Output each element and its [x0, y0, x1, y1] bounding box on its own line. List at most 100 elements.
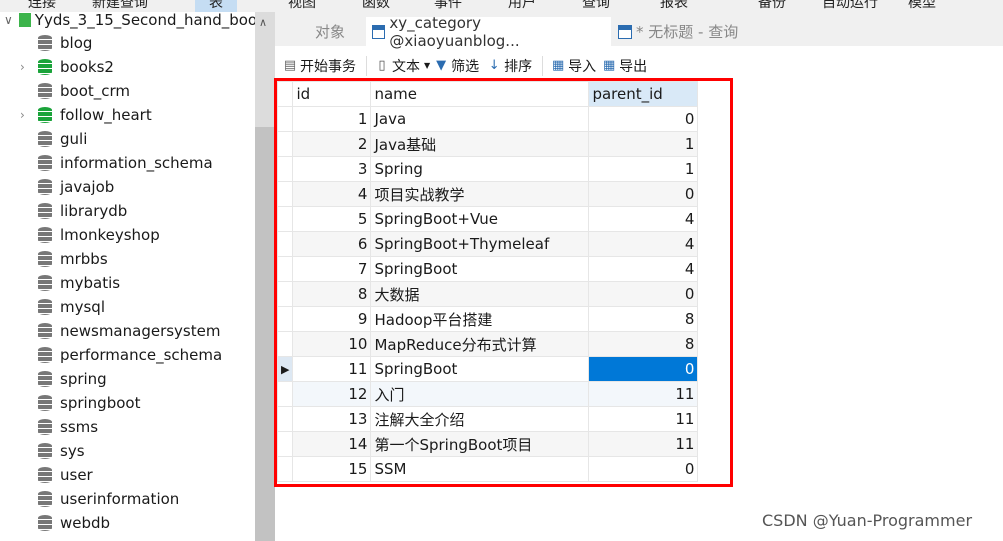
- database-name: guli: [60, 130, 88, 148]
- sidebar-navigator: ∨ Yyds_3_15_Second_hand_boo blog › books2 b…: [0, 12, 255, 541]
- tab-label: xy_category @xiaoyuanblog...: [389, 13, 520, 50]
- menu-item[interactable]: 备份: [758, 0, 786, 12]
- tab-objects[interactable]: 对象: [295, 17, 365, 46]
- database-icon: [38, 203, 52, 219]
- chevron-right-icon[interactable]: ›: [20, 60, 25, 74]
- watermark: CSDN @Yuan-Programmer: [762, 511, 973, 530]
- menu-item[interactable]: 查询: [582, 0, 610, 12]
- connection-node[interactable]: ∨ Yyds_3_15_Second_hand_boo: [4, 12, 255, 32]
- database-node[interactable]: lmonkeyshop: [38, 223, 160, 247]
- database-icon: [38, 443, 52, 459]
- menu-item[interactable]: 函数: [362, 0, 390, 12]
- database-name: spring: [60, 370, 107, 388]
- menu-item[interactable]: 表: [195, 0, 237, 12]
- database-icon: [38, 155, 52, 171]
- database-node[interactable]: mysql: [38, 295, 105, 319]
- tab-xy-category[interactable]: xy_category @xiaoyuanblog...: [366, 14, 611, 50]
- menu-item[interactable]: 模型: [908, 0, 936, 12]
- import-button[interactable]: ▦ 导入: [551, 54, 596, 78]
- filter-icon: ▼: [436, 58, 447, 73]
- database-node[interactable]: › follow_heart: [20, 103, 152, 127]
- database-name: javajob: [60, 178, 115, 196]
- menu-item[interactable]: 连接: [28, 0, 56, 12]
- database-node[interactable]: mybatis: [38, 271, 120, 295]
- transaction-icon: ▤: [283, 58, 297, 73]
- menu-item[interactable]: 用户: [508, 0, 536, 12]
- button-label: 开始事务: [300, 58, 356, 75]
- database-name: springboot: [60, 394, 141, 412]
- database-name: follow_heart: [60, 106, 152, 124]
- menu-item[interactable]: 报表: [660, 0, 688, 12]
- document-icon: ▯: [378, 58, 386, 73]
- database-name: newsmanagersystem: [60, 322, 221, 340]
- database-icon: [38, 35, 52, 51]
- export-button[interactable]: ▦ 导出: [602, 54, 647, 78]
- database-node[interactable]: librarydb: [38, 199, 127, 223]
- database-node[interactable]: performance_schema: [38, 343, 222, 367]
- database-icon: [38, 179, 52, 195]
- filter-button[interactable]: ▼ 筛选: [434, 54, 479, 78]
- database-name: user: [60, 466, 93, 484]
- database-icon: [38, 251, 52, 267]
- database-name: userinformation: [60, 490, 180, 508]
- database-node[interactable]: mrbbs: [38, 247, 108, 271]
- database-node[interactable]: blog: [38, 31, 92, 55]
- database-name: boot_crm: [60, 82, 131, 100]
- menu-item[interactable]: 事件: [434, 0, 462, 12]
- database-node[interactable]: spring: [38, 367, 107, 391]
- button-label: 导出: [619, 58, 648, 75]
- database-node[interactable]: boot_crm: [38, 79, 130, 103]
- database-icon: [38, 515, 52, 531]
- scrollbar-thumb[interactable]: [255, 127, 275, 541]
- database-name: lmonkeyshop: [60, 226, 160, 244]
- database-name: books2: [60, 58, 114, 76]
- menu-item[interactable]: 视图: [288, 0, 316, 12]
- button-label: 导入: [568, 58, 597, 75]
- query-icon: [618, 24, 632, 39]
- database-icon: [38, 227, 52, 243]
- database-name: ssms: [60, 418, 99, 436]
- text-button[interactable]: ▯ 文本 ▼: [375, 54, 430, 78]
- chevron-right-icon[interactable]: ›: [20, 108, 25, 122]
- tab-label: 对象: [314, 23, 345, 41]
- dropdown-arrow-icon: ▼: [424, 61, 431, 70]
- button-label: 筛选: [451, 58, 480, 75]
- sort-button[interactable]: ↓ 排序: [487, 54, 532, 78]
- database-node[interactable]: information_schema: [38, 151, 213, 175]
- database-icon: [38, 347, 52, 363]
- button-label: 排序: [504, 58, 533, 75]
- database-node[interactable]: guli: [38, 127, 87, 151]
- database-name: blog: [60, 34, 93, 52]
- database-node[interactable]: webdb: [38, 511, 110, 535]
- menu-bar: 连接 新建查询 表 视图 函数 事件 用户 查询 报表 备份 自动运行 模型: [0, 0, 1003, 12]
- database-node[interactable]: sys: [38, 439, 85, 463]
- tab-bar: 对象 xy_category @xiaoyuanblog... * 无标题 - …: [275, 12, 1003, 50]
- database-node[interactable]: › books2: [20, 55, 114, 79]
- database-icon: [38, 323, 52, 339]
- divider: [542, 55, 544, 76]
- database-icon: [38, 491, 52, 507]
- scroll-up-icon[interactable]: ∧: [259, 16, 267, 29]
- database-icon: [38, 107, 52, 123]
- button-label: 文本: [392, 58, 420, 75]
- database-icon: [38, 131, 52, 147]
- import-icon: ▦: [552, 58, 565, 73]
- database-name: webdb: [60, 514, 111, 532]
- database-node[interactable]: springboot: [38, 391, 140, 415]
- database-node[interactable]: javajob: [38, 175, 114, 199]
- begin-transaction-button[interactable]: ▤ 开始事务: [283, 54, 356, 78]
- database-icon: [38, 275, 52, 291]
- highlight-box: [274, 78, 733, 487]
- menu-item[interactable]: 自动运行: [822, 0, 878, 12]
- database-node[interactable]: userinformation: [38, 487, 179, 511]
- database-name: librarydb: [60, 202, 128, 220]
- database-node[interactable]: user: [38, 463, 93, 487]
- tab-untitled-query[interactable]: * 无标题 - 查询: [612, 17, 852, 46]
- export-icon: ▦: [603, 58, 616, 73]
- database-node[interactable]: newsmanagersystem: [38, 319, 220, 343]
- menu-item[interactable]: 新建查询: [92, 0, 148, 12]
- database-icon: [38, 59, 52, 75]
- database-node[interactable]: ssms: [38, 415, 98, 439]
- sidebar-scrollbar[interactable]: ∧: [255, 12, 275, 541]
- tab-label: * 无标题 - 查询: [636, 23, 739, 41]
